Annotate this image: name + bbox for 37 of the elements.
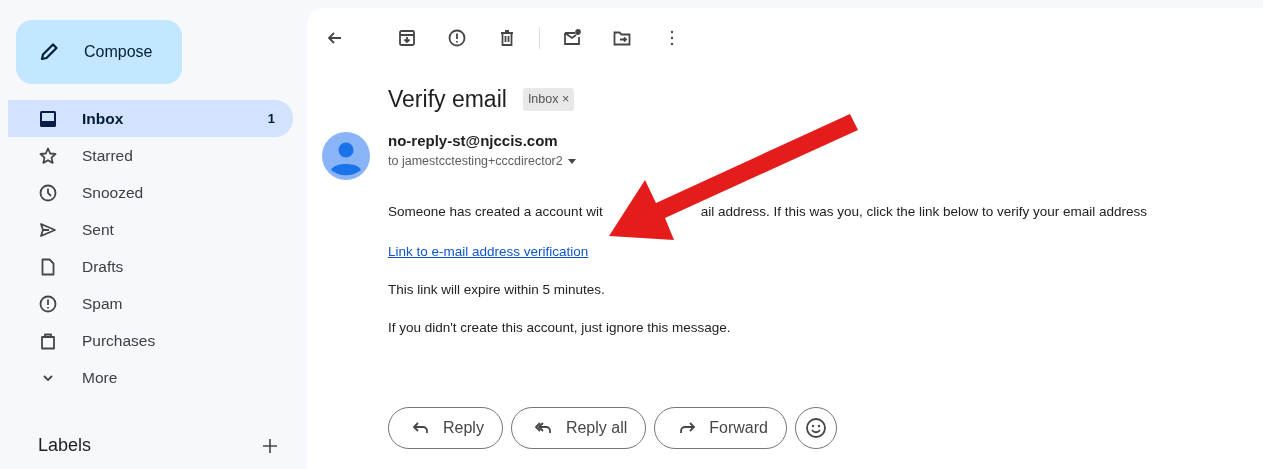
chip-remove[interactable]: × [561, 92, 570, 107]
body-text: ail address. If this was you, click the link below to verify your email address [700, 203, 1148, 219]
star-icon [38, 145, 58, 166]
verification-link[interactable]: Link to e-mail address verification [388, 241, 589, 263]
nav-item[interactable]: Snoozed [8, 174, 293, 211]
body-text: This link will expire within 5 minutes. [388, 281, 606, 300]
pencil-icon [38, 41, 60, 63]
email-subject: Verify email [388, 86, 507, 114]
compose-button[interactable]: Compose [16, 20, 182, 84]
body-text: Someone has created a account wit [388, 203, 603, 219]
nav-item[interactable]: Sent [8, 211, 293, 248]
reply-button[interactable]: Reply [388, 406, 503, 449]
forward-button[interactable]: Forward [654, 406, 787, 449]
report-icon [447, 28, 467, 48]
smiley-icon [804, 416, 827, 439]
reply-all-button[interactable]: Reply all [510, 406, 647, 449]
nav-item[interactable]: Spam [8, 285, 293, 322]
more-icon [670, 30, 674, 46]
sender-address: no-reply-st@njccis.com [388, 130, 559, 151]
inbox-icon [38, 108, 58, 129]
avatar-icon [322, 131, 370, 180]
recipient-line: to jamestcctesting+cccdirector2 [388, 153, 563, 171]
nav-item[interactable]: More [8, 359, 293, 396]
emoji-button[interactable] [794, 406, 837, 449]
chevron-icon [43, 374, 53, 381]
nav-item[interactable]: Inbox 1 [8, 100, 293, 137]
clock-icon [38, 182, 58, 203]
nav-item[interactable]: Drafts [8, 248, 293, 285]
alert-icon [38, 293, 58, 314]
mail-icon [562, 28, 582, 48]
add-icon[interactable] [262, 437, 278, 454]
body-text: If you didn't create this account, just ignore this message. [388, 319, 732, 338]
nav-item[interactable]: Purchases [8, 322, 293, 359]
archive-icon [397, 28, 417, 48]
labels-heading: Labels [38, 434, 92, 457]
nav-item[interactable]: Starred [8, 137, 293, 174]
label-chip: Inbox × [522, 88, 575, 112]
